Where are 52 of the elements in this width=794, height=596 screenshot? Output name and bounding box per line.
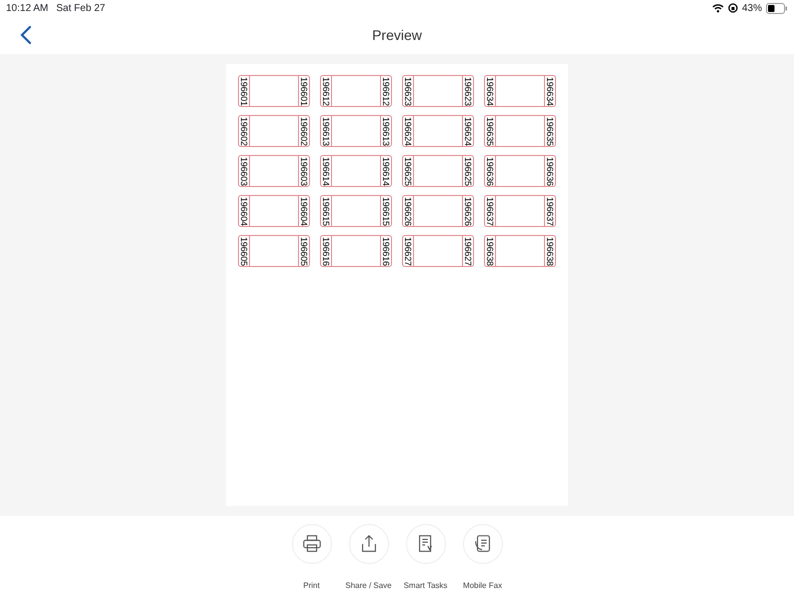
print-button[interactable]: Print — [283, 524, 340, 592]
screen-title: Preview — [372, 26, 422, 44]
battery-percentage: 43% — [742, 2, 762, 16]
ticket-number: 196624 — [403, 116, 414, 146]
ticket-number: 196601 — [298, 76, 309, 106]
ticket-number: 196623 — [462, 76, 473, 106]
date-text: Sat Feb 27 — [56, 2, 106, 16]
ticket-number: 196605 — [239, 236, 250, 266]
ticket-number: 196636 — [485, 156, 496, 186]
ticket-number: 196615 — [321, 196, 332, 226]
wifi-icon — [712, 3, 724, 13]
ticket-number: 196625 — [403, 156, 414, 186]
printer-icon — [300, 533, 322, 555]
ticket-number: 196624 — [462, 116, 473, 146]
ticket-number: 196635 — [485, 116, 496, 146]
ticket-number: 196602 — [239, 116, 250, 146]
ticket-number: 196603 — [298, 156, 309, 186]
ticket-number: 196638 — [544, 236, 555, 266]
ticket-number: 196604 — [298, 196, 309, 226]
ticket-number: 196626 — [403, 196, 414, 226]
ticket-number: 196616 — [321, 236, 332, 266]
ticket-number: 196625 — [462, 156, 473, 186]
ticket-number: 196604 — [239, 196, 250, 226]
orientation-lock-icon — [728, 3, 738, 13]
ticket-number: 196626 — [462, 196, 473, 226]
ticket-number: 196615 — [380, 196, 391, 226]
ticket-number: 196634 — [544, 76, 555, 106]
tasks-button[interactable]: Smart Tasks — [397, 524, 454, 592]
ticket-number: 196627 — [403, 236, 414, 266]
ticket-number: 196638 — [485, 236, 496, 266]
ticket-number: 196636 — [544, 156, 555, 186]
ticket-number: 196613 — [380, 116, 391, 146]
clock-time: 10:12 AM — [6, 2, 48, 16]
ticket-number: 196612 — [380, 76, 391, 106]
share-button[interactable]: Share / Save — [340, 524, 397, 592]
ticket-number: 196614 — [321, 156, 332, 186]
ticket-number: 196634 — [485, 76, 496, 106]
ticket-number: 196602 — [298, 116, 309, 146]
ticket-number: 196635 — [544, 116, 555, 146]
ticket-number: 196614 — [380, 156, 391, 186]
ticket-number: 196612 — [321, 76, 332, 106]
ticket-number: 196623 — [403, 76, 414, 106]
fax-button[interactable]: Mobile Fax — [454, 524, 511, 592]
ticket-number: 196603 — [239, 156, 250, 186]
ticket-number: 196601 — [239, 76, 250, 106]
ticket-number: 196616 — [380, 236, 391, 266]
ticket-number: 196605 — [298, 236, 309, 266]
ticket-number: 196627 — [462, 236, 473, 266]
ticket-number: 196637 — [544, 196, 555, 226]
battery-icon — [766, 2, 788, 14]
ticket-number: 196637 — [485, 196, 496, 226]
ticket-number: 196613 — [321, 116, 332, 146]
